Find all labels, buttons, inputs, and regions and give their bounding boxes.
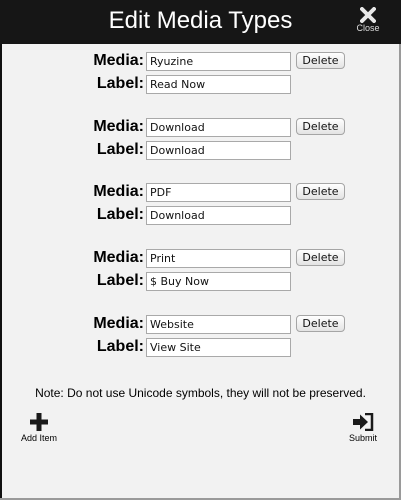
label-key-label: Label: (96, 141, 144, 158)
media-input[interactable] (146, 52, 291, 71)
add-item-label: Add Item (20, 433, 58, 443)
media-item: Media: Delete Label: (0, 52, 401, 96)
media-item: Media: Delete Label: (0, 183, 401, 227)
plus-icon (30, 413, 48, 431)
submit-button[interactable]: Submit (333, 413, 393, 444)
delete-button[interactable]: Delete (296, 118, 345, 135)
media-key-label: Media: (93, 315, 144, 332)
media-input[interactable] (146, 249, 291, 268)
label-key-label: Label: (96, 338, 144, 355)
add-item-button[interactable]: Add Item (9, 413, 69, 444)
media-input[interactable] (146, 118, 291, 137)
label-key-label: Label: (96, 206, 144, 223)
label-key-label: Label: (96, 272, 144, 289)
media-item: Media: Delete Label: (0, 315, 401, 359)
media-item: Media: Delete Label: (0, 249, 401, 293)
label-input[interactable] (146, 75, 291, 94)
label-input[interactable] (146, 206, 291, 225)
submit-label: Submit (348, 433, 377, 443)
media-input[interactable] (146, 183, 291, 202)
close-button[interactable]: Close (351, 6, 385, 40)
media-key-label: Media: (93, 52, 144, 69)
close-label: Close (356, 23, 380, 33)
media-key-label: Media: (93, 118, 144, 135)
close-x-icon (360, 7, 376, 23)
dialog-title: Edit Media Types (108, 7, 293, 34)
label-input[interactable] (146, 272, 291, 291)
label-input[interactable] (146, 338, 291, 357)
delete-button[interactable]: Delete (296, 249, 345, 266)
delete-button[interactable]: Delete (296, 52, 345, 69)
title-bar: Edit Media Types Close (0, 0, 401, 44)
label-key-label: Label: (96, 75, 144, 92)
delete-button[interactable]: Delete (296, 315, 345, 332)
media-key-label: Media: (93, 249, 144, 266)
delete-button[interactable]: Delete (296, 183, 345, 200)
unicode-note: Note: Do not use Unicode symbols, they w… (35, 386, 366, 400)
media-input[interactable] (146, 315, 291, 334)
sign-in-icon (353, 413, 374, 431)
media-item: Media: Delete Label: (0, 118, 401, 162)
media-key-label: Media: (93, 183, 144, 200)
label-input[interactable] (146, 141, 291, 160)
